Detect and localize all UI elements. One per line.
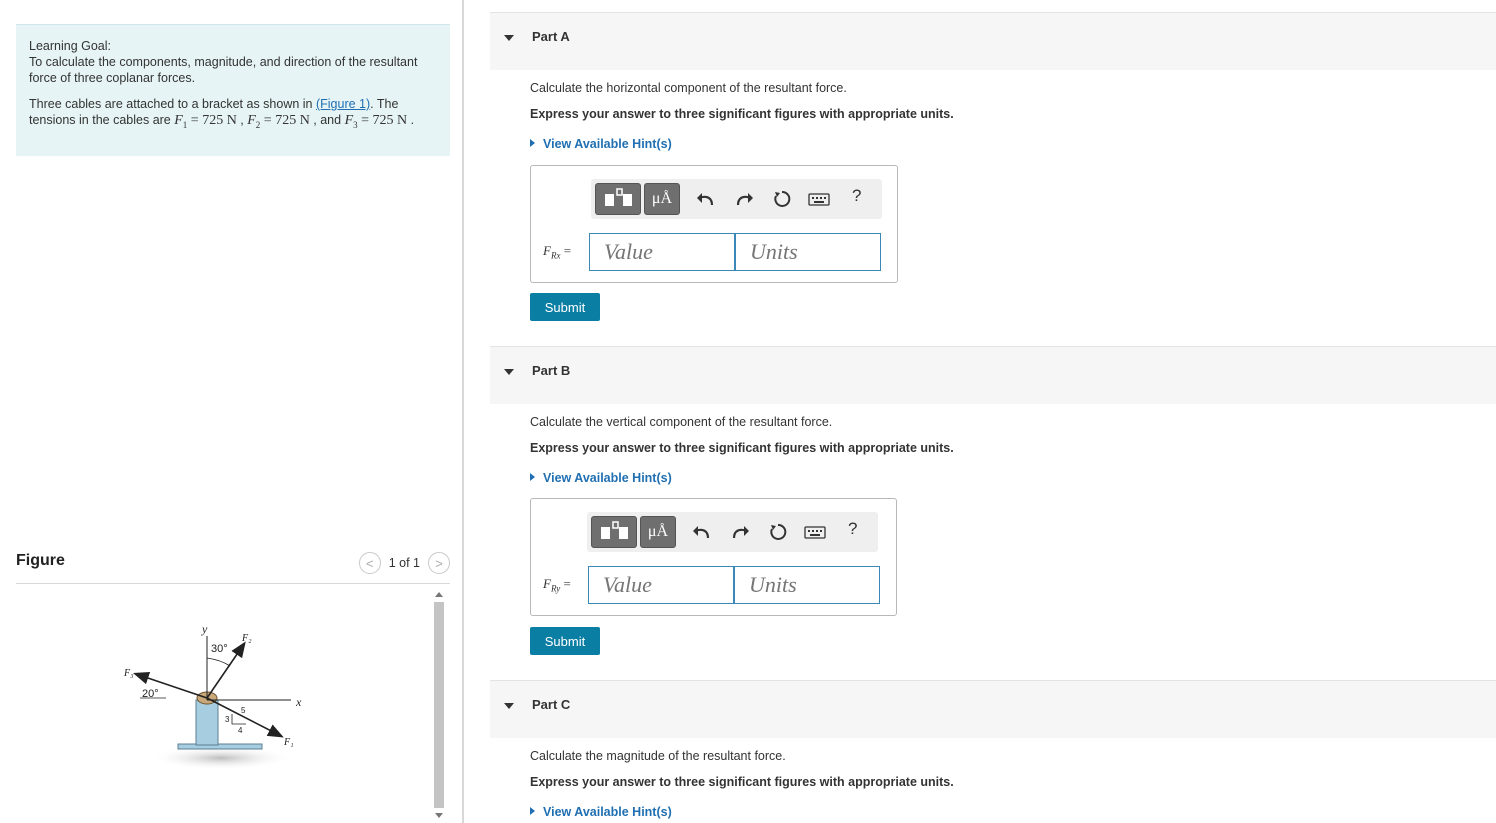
part-b-toolbar: μÅ ? xyxy=(587,512,878,552)
figure-page-indicator: 1 of 1 xyxy=(388,556,420,570)
y-axis-label: y xyxy=(201,622,208,636)
learning-goal-title: Learning Goal: xyxy=(29,39,112,53)
collapse-caret-icon[interactable] xyxy=(504,369,514,375)
part-a-units-input[interactable] xyxy=(735,233,881,271)
collapse-caret-icon[interactable] xyxy=(504,703,514,709)
f1-label: F₁ xyxy=(283,737,294,748)
templates-icon[interactable] xyxy=(595,183,641,215)
problem-statement: Three cables are attached to a bracket a… xyxy=(29,96,437,133)
part-a-instruction: Express your answer to three significant… xyxy=(530,107,954,121)
part-c-question: Calculate the magnitude of the resultant… xyxy=(530,749,786,763)
reset-icon[interactable] xyxy=(771,187,793,211)
part-a-hint-link[interactable]: View Available Hint(s) xyxy=(530,137,672,151)
next-figure-button[interactable]: > xyxy=(428,552,450,574)
slope-label-5: 5 xyxy=(241,706,246,715)
f3-value: F3 = 725 N xyxy=(344,113,408,130)
base-plate xyxy=(177,743,263,750)
help-icon[interactable]: ? xyxy=(852,186,861,206)
part-a-hint-label: View Available Hint(s) xyxy=(543,137,672,151)
part-b-hint-link[interactable]: View Available Hint(s) xyxy=(530,471,672,485)
scroll-up-arrow-icon[interactable] xyxy=(435,592,443,597)
templates-icon[interactable] xyxy=(591,516,637,548)
part-c-hint-label: View Available Hint(s) xyxy=(543,805,672,819)
part-c-title: Part C xyxy=(532,697,571,712)
angle-20-label: 20° xyxy=(142,688,159,700)
part-b-title: Part B xyxy=(532,363,571,378)
units-icon[interactable]: μÅ xyxy=(644,183,680,215)
figure-label: Figure xyxy=(16,552,65,569)
learning-goal-text: To calculate the components, magnitude, … xyxy=(29,55,418,85)
part-a-answer-box: μÅ ? FRx = xyxy=(530,165,898,283)
scrollbar-thumb[interactable] xyxy=(434,602,444,808)
problem-text-pre: Three cables are attached to a bracket a… xyxy=(29,97,316,111)
part-a-value-input[interactable] xyxy=(589,233,735,271)
prev-figure-button[interactable]: < xyxy=(358,552,381,574)
angle-30-label: 30° xyxy=(211,643,228,655)
expand-triangle-icon xyxy=(530,807,535,815)
part-c-header[interactable]: Part C xyxy=(490,680,1496,738)
bracket-post xyxy=(195,699,219,746)
f2-value: F2 = 725 N xyxy=(247,113,310,130)
bracket-diagram: y x F₂ 30° F₃ 20° F₁ 3 4 5 xyxy=(123,622,302,770)
f1-value: F1 = 725 N xyxy=(174,113,237,130)
part-c-instruction: Express your answer to three significant… xyxy=(530,775,954,789)
angle-30-arc xyxy=(206,657,231,667)
part-a-title: Part A xyxy=(532,29,570,44)
separator-1: , xyxy=(236,113,248,127)
slope-label-3: 3 xyxy=(225,715,230,724)
slope-triangle xyxy=(231,714,246,725)
scroll-down-arrow-icon[interactable] xyxy=(435,813,443,818)
pane-divider[interactable] xyxy=(462,0,464,823)
redo-icon[interactable] xyxy=(729,520,751,544)
part-b-submit-button[interactable]: Submit xyxy=(530,627,600,655)
undo-icon[interactable] xyxy=(691,520,713,544)
part-b-answer-label: FRy = xyxy=(543,576,571,594)
reset-icon[interactable] xyxy=(767,520,789,544)
part-b-header[interactable]: Part B xyxy=(490,346,1496,404)
f2-label: F₂ xyxy=(241,633,252,644)
keyboard-icon[interactable] xyxy=(807,187,831,211)
part-a-question: Calculate the horizontal component of th… xyxy=(530,81,847,95)
part-b-value-input[interactable] xyxy=(588,566,734,604)
help-icon[interactable]: ? xyxy=(848,519,857,539)
part-b-units-input[interactable] xyxy=(734,566,880,604)
undo-icon[interactable] xyxy=(695,187,717,211)
ground-shadow xyxy=(149,746,293,770)
figure-scrollbar[interactable] xyxy=(432,590,446,820)
units-icon[interactable]: μÅ xyxy=(640,516,676,548)
part-a-submit-button[interactable]: Submit xyxy=(530,293,600,321)
slope-label-4: 4 xyxy=(238,726,243,735)
x-axis-label: x xyxy=(295,695,302,709)
figure-pager: < 1 of 1 > xyxy=(358,552,450,574)
part-b-instruction: Express your answer to three significant… xyxy=(530,441,954,455)
learning-goal-box: Learning Goal: To calculate the componen… xyxy=(16,24,450,156)
part-a-answer-label: FRx = xyxy=(543,243,572,261)
collapse-caret-icon[interactable] xyxy=(504,35,514,41)
left-pane: Learning Goal: To calculate the componen… xyxy=(0,0,463,823)
f3-label: F₃ xyxy=(123,668,134,679)
part-b-question: Calculate the vertical component of the … xyxy=(530,415,833,429)
figure-link[interactable]: (Figure 1) xyxy=(316,97,370,111)
expand-triangle-icon xyxy=(530,139,535,147)
separator-2: , and xyxy=(309,113,345,127)
part-a-toolbar: μÅ ? xyxy=(591,179,882,219)
keyboard-icon[interactable] xyxy=(803,520,827,544)
right-pane: Part A Calculate the horizontal componen… xyxy=(490,0,1496,823)
figure-image: y x F₂ 30° F₃ 20° F₁ 3 4 5 xyxy=(16,588,450,823)
part-b-answer-box: μÅ ? FRy = xyxy=(530,498,897,616)
problem-end: . xyxy=(407,113,415,127)
part-a-header[interactable]: Part A xyxy=(490,12,1496,70)
part-c-hint-link[interactable]: View Available Hint(s) xyxy=(530,805,672,819)
expand-triangle-icon xyxy=(530,473,535,481)
part-b-hint-label: View Available Hint(s) xyxy=(543,471,672,485)
redo-icon[interactable] xyxy=(733,187,755,211)
figure-header: Figure < 1 of 1 > xyxy=(16,552,450,584)
